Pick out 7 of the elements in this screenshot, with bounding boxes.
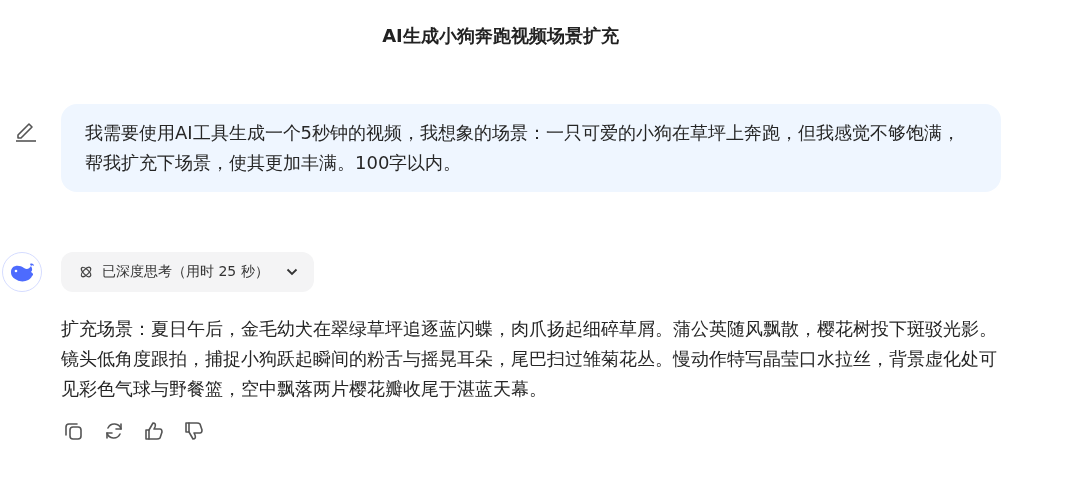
whale-logo-icon: [2, 252, 42, 292]
thinking-toggle[interactable]: 已深度思考（用时 25 秒）: [61, 252, 314, 292]
chevron-down-icon: [285, 268, 298, 276]
answer-text: 扩充场景：夏日午后，金毛幼犬在翠绿草坪追逐蓝闪蝶，肉爪扬起细碎草屑。蒲公英随风飘散，樱花树投下斑驳光影。镜头低角度跟拍，捕捉小狗跃起瞬间的粉舌与摇晃耳朵，尾巴扫过雏菊花丛。慢动作特写晶莹口水拉丝，背景虚化处可见彩色气球与野餐篮，空中飘落两片樱花瓣收尾于湛蓝天幕。: [61, 317, 998, 401]
user-message: 我需要使用AI工具生成一个5秒钟的视频，我想象的场景：一只可爱的小狗在草坪上奔跑，但我感觉不够饱满，帮我扩充下场景，使其更加丰满。100字以内。: [61, 104, 1001, 192]
chat-title: AI生成小狗奔跑视频场景扩充: [381, 24, 620, 48]
atom-icon: [79, 265, 93, 279]
